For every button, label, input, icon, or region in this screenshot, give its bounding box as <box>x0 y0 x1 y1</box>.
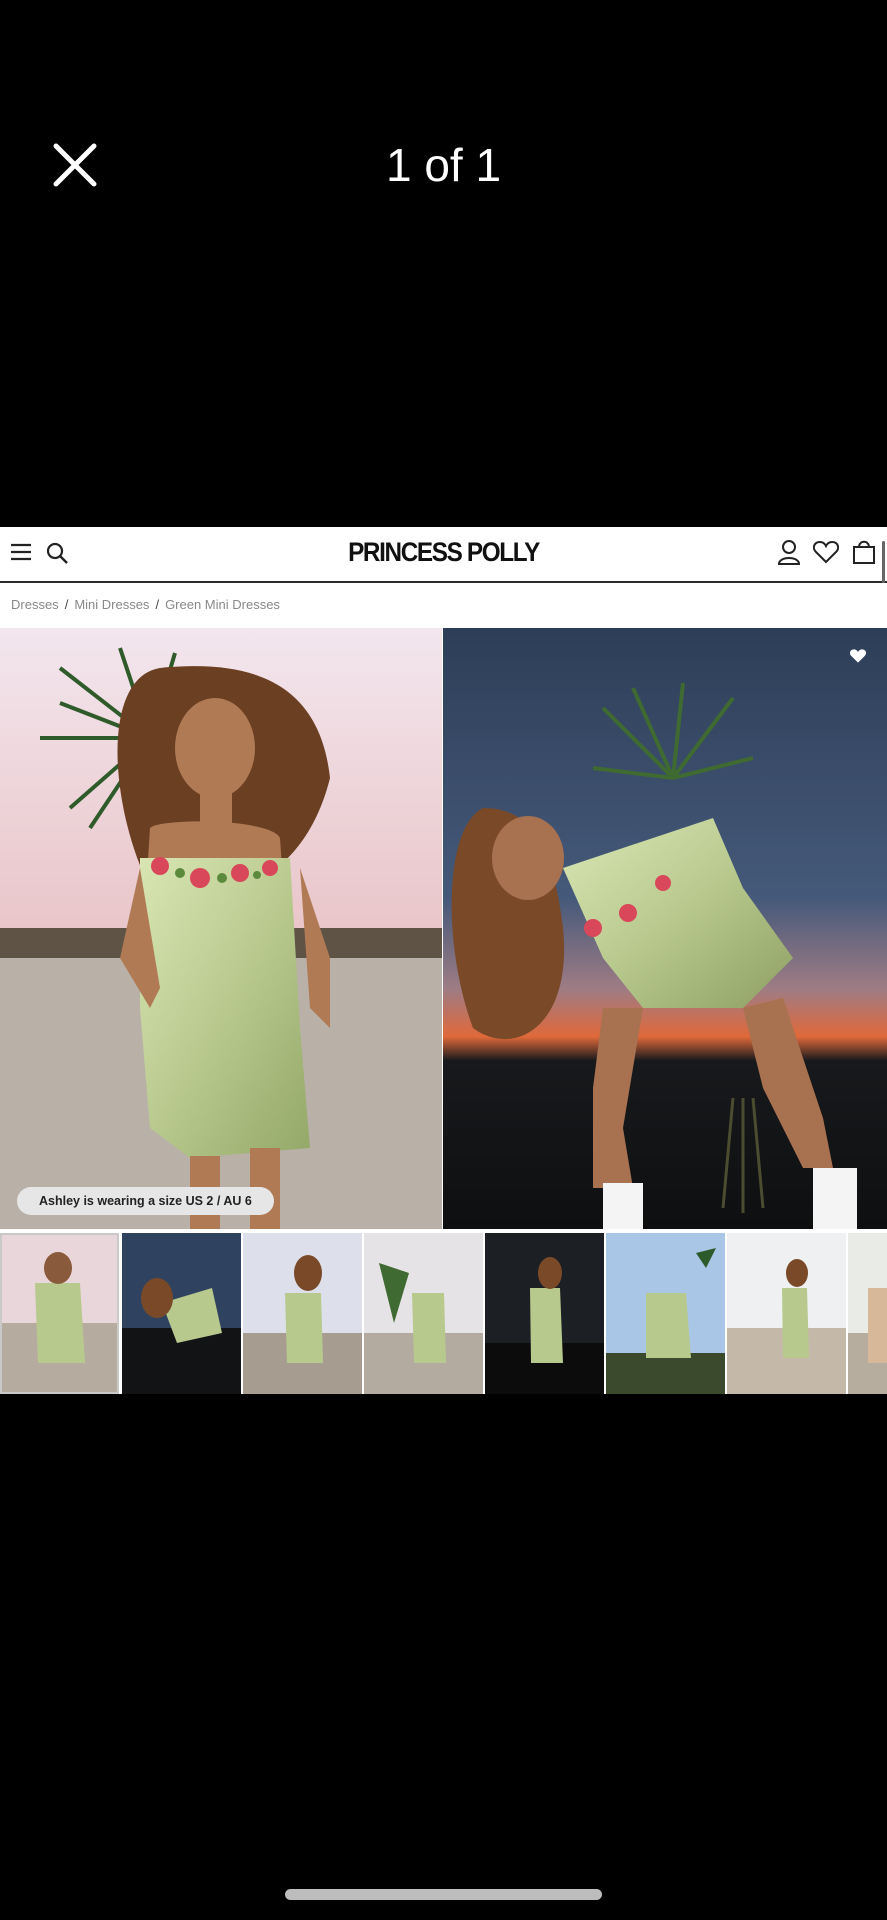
shared-screenshot[interactable]: PRINCESS POLLY Dresses / Mini Dresses / Gree… <box>0 527 887 1394</box>
thumbnail-2[interactable] <box>122 1233 241 1394</box>
home-indicator[interactable] <box>285 1889 602 1900</box>
product-image-2[interactable] <box>443 628 887 1229</box>
thumbnail-5[interactable] <box>485 1233 604 1394</box>
menu-icon[interactable] <box>10 542 32 562</box>
image-counter: 1 of 1 <box>385 139 502 191</box>
thumbnail-4[interactable] <box>364 1233 483 1394</box>
add-to-wishlist-button[interactable] <box>849 648 867 664</box>
breadcrumb: Dresses / Mini Dresses / Green Mini Dresses <box>11 597 280 612</box>
thumbnail-8[interactable] <box>848 1233 887 1394</box>
site-logo[interactable]: PRINCESS POLLY <box>44 537 842 568</box>
model-size-note: Ashley is wearing a size US 2 / AU 6 <box>17 1187 274 1215</box>
thumbnail-6[interactable] <box>606 1233 725 1394</box>
thumbnail-3[interactable] <box>243 1233 362 1394</box>
heart-icon <box>849 649 867 663</box>
thumbnail-strip <box>0 1233 887 1394</box>
site-header: PRINCESS POLLY <box>0 527 887 583</box>
thumbnail-1[interactable] <box>0 1233 119 1394</box>
wishlist-icon[interactable] <box>813 540 839 564</box>
account-icon[interactable] <box>777 539 801 565</box>
breadcrumb-dresses[interactable]: Dresses <box>11 597 59 612</box>
breadcrumb-green-mini-dresses[interactable]: Green Mini Dresses <box>165 597 280 612</box>
product-image-1[interactable]: Ashley is wearing a size US 2 / AU 6 <box>0 628 442 1229</box>
page-scrollbar[interactable] <box>882 541 885 583</box>
thumbnail-7[interactable] <box>727 1233 846 1394</box>
bag-icon[interactable] <box>852 539 876 565</box>
breadcrumb-mini-dresses[interactable]: Mini Dresses <box>74 597 149 612</box>
